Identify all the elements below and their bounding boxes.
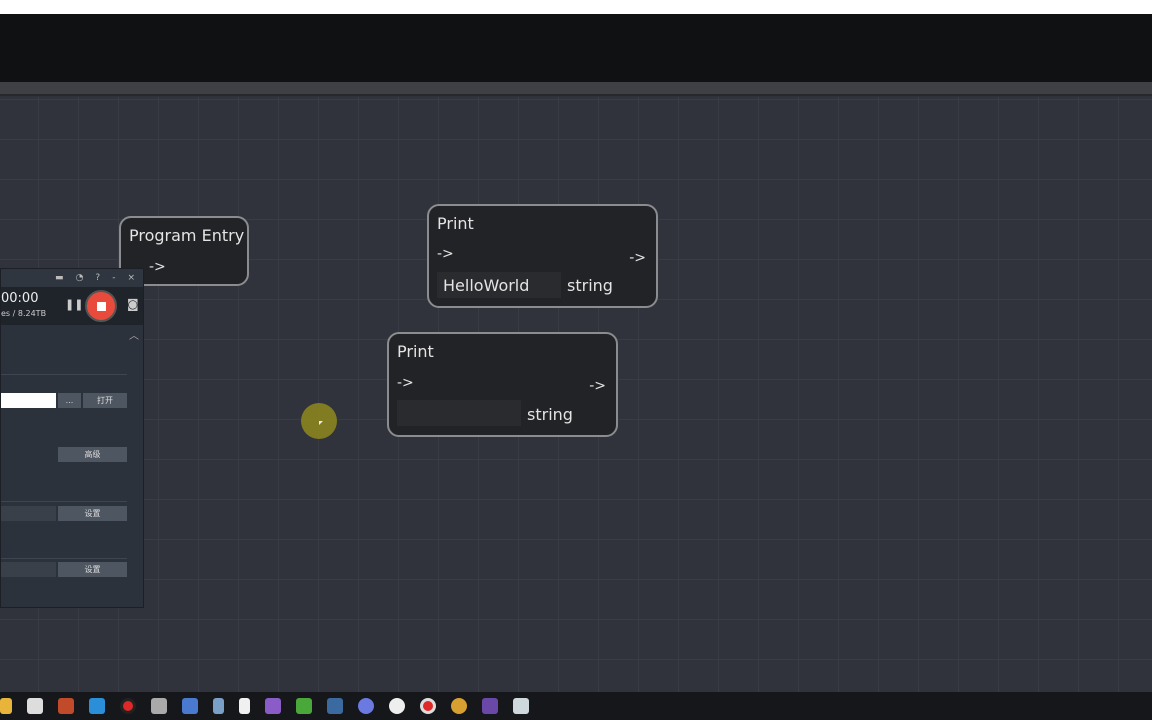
cursor-icon bbox=[319, 421, 323, 425]
print-node[interactable]: Print -> -> HelloWorld string bbox=[427, 204, 658, 308]
app-icon[interactable] bbox=[58, 698, 74, 714]
string-input[interactable] bbox=[397, 400, 521, 426]
app-icon[interactable] bbox=[151, 698, 167, 714]
browse-button[interactable]: ... bbox=[58, 393, 81, 408]
minimize-icon[interactable]: - bbox=[112, 273, 115, 283]
recorder-active-icon[interactable] bbox=[420, 698, 436, 714]
stop-icon bbox=[97, 302, 106, 311]
taskbar bbox=[0, 692, 1152, 720]
node-title: Program Entry bbox=[129, 226, 245, 245]
store-icon[interactable] bbox=[27, 698, 43, 714]
close-icon[interactable]: × bbox=[127, 273, 135, 283]
camera-icon[interactable]: ◙ bbox=[127, 297, 139, 311]
elapsed-time: 00:00 bbox=[1, 291, 39, 306]
help-icon[interactable]: ? bbox=[95, 273, 100, 283]
node-title: Print bbox=[437, 214, 474, 233]
path-input[interactable] bbox=[1, 393, 56, 408]
clock-icon[interactable]: ◔ bbox=[76, 273, 84, 283]
node-title: Print bbox=[397, 342, 434, 361]
terminal-icon[interactable] bbox=[482, 698, 498, 714]
pause-icon[interactable]: ❚❚ bbox=[65, 298, 83, 311]
type-label: string bbox=[567, 276, 613, 295]
recorder-controls: 00:00 es / 8.24TB ❚❚ ◙ bbox=[1, 287, 143, 325]
divider bbox=[1, 558, 127, 559]
app-icon[interactable] bbox=[389, 698, 405, 714]
exec-in-pin[interactable]: -> bbox=[397, 375, 414, 391]
divider bbox=[1, 374, 127, 375]
title-area bbox=[0, 14, 1152, 82]
visual-studio-icon[interactable] bbox=[265, 698, 281, 714]
setting-field[interactable] bbox=[1, 562, 56, 577]
open-button[interactable]: 打开 bbox=[83, 393, 127, 408]
disk-size: es / 8.24TB bbox=[1, 309, 47, 318]
minecraft-icon[interactable] bbox=[296, 698, 312, 714]
steam-icon[interactable] bbox=[327, 698, 343, 714]
setting-field[interactable] bbox=[1, 506, 56, 521]
exec-out-pin[interactable]: -> bbox=[589, 378, 606, 394]
exec-out-pin[interactable]: -> bbox=[149, 259, 166, 275]
calculator-icon[interactable] bbox=[213, 698, 224, 714]
screen-recorder-window[interactable]: ▬ ◔ ? - × 00:00 es / 8.24TB ❚❚ ◙ ︿ ... 打… bbox=[0, 268, 144, 608]
discord-icon[interactable] bbox=[358, 698, 374, 714]
advanced-button[interactable]: 高级 bbox=[58, 447, 127, 462]
exec-in-pin[interactable]: -> bbox=[437, 246, 454, 262]
mail-icon[interactable] bbox=[89, 698, 105, 714]
network-icon[interactable] bbox=[182, 698, 198, 714]
stop-record-button[interactable] bbox=[85, 290, 117, 322]
settings-button[interactable]: 设置 bbox=[58, 562, 127, 577]
collapse-icon[interactable]: ︿ bbox=[129, 327, 139, 342]
divider bbox=[1, 501, 127, 502]
settings-button[interactable]: 设置 bbox=[58, 506, 127, 521]
type-label: string bbox=[527, 405, 573, 424]
exec-out-pin[interactable]: -> bbox=[629, 250, 646, 266]
recorder-icon[interactable] bbox=[120, 698, 136, 714]
recorder-titlebar: ▬ ◔ ? - × bbox=[1, 269, 143, 287]
toolbar-strip bbox=[0, 82, 1152, 96]
string-input[interactable]: HelloWorld bbox=[437, 272, 561, 298]
notepad-icon[interactable] bbox=[239, 698, 250, 714]
chrome-icon[interactable] bbox=[451, 698, 467, 714]
folder-icon[interactable]: ▬ bbox=[55, 273, 64, 283]
print-node[interactable]: Print -> -> string bbox=[387, 332, 618, 437]
top-bar bbox=[0, 0, 1152, 14]
file-explorer-icon[interactable] bbox=[0, 698, 12, 714]
mouse-cursor-highlight bbox=[301, 403, 337, 439]
app-icon[interactable] bbox=[513, 698, 529, 714]
